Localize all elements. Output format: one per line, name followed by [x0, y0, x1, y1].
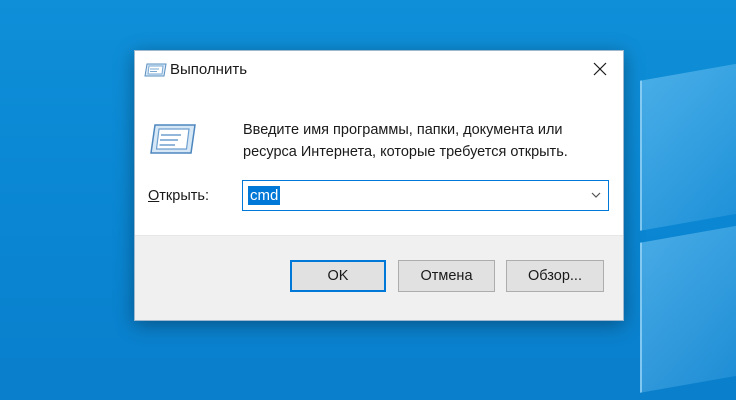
open-label-accelerator: О	[148, 188, 160, 204]
open-label-text: ткрыть:	[159, 188, 209, 204]
close-icon	[593, 62, 607, 76]
run-dialog: Выполнить Введите имя программы, папки, …	[134, 50, 624, 321]
wallpaper-pane	[640, 221, 736, 393]
title-bar[interactable]: Выполнить	[135, 51, 623, 89]
cancel-button[interactable]: Отмена	[398, 260, 495, 292]
ok-button[interactable]: OK	[290, 260, 386, 292]
wallpaper-pane	[640, 59, 736, 231]
button-bar: OK Отмена Обзор...	[135, 235, 623, 320]
close-button[interactable]	[577, 51, 623, 87]
open-input-value[interactable]: cmd	[248, 186, 281, 205]
description-text: Введите имя программы, папки, документа …	[243, 122, 568, 160]
run-icon	[144, 63, 167, 77]
run-icon	[150, 124, 196, 154]
window-title: Выполнить	[170, 61, 248, 78]
open-combobox[interactable]: cmd	[242, 180, 609, 211]
chevron-down-icon[interactable]	[590, 189, 602, 201]
open-label: Открыть:	[148, 188, 209, 204]
browse-button[interactable]: Обзор...	[506, 260, 604, 292]
